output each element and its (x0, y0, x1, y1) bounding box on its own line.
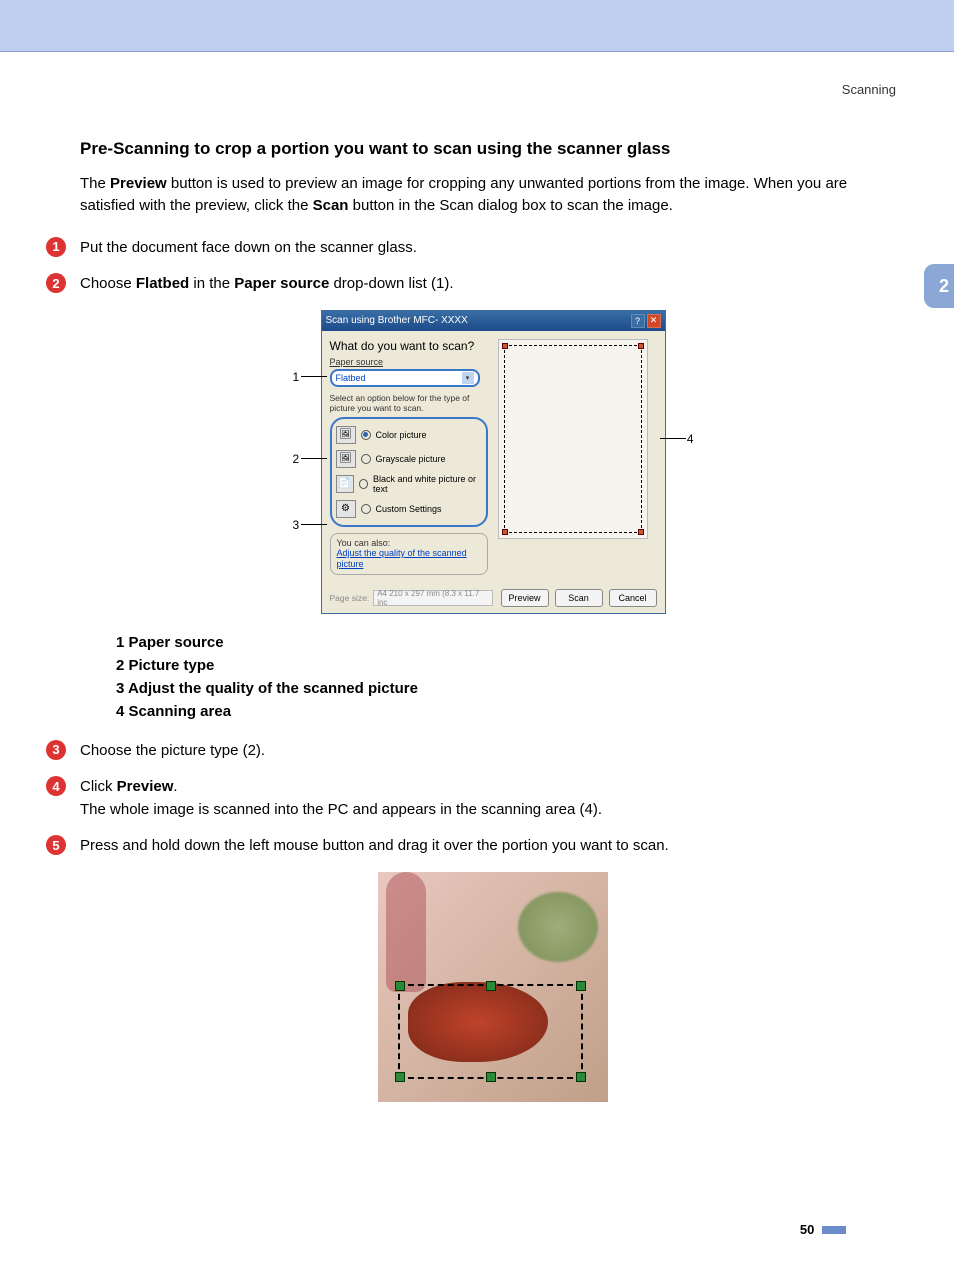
page-size-dropdown[interactable]: A4 210 x 297 mm (8.3 x 11.7 inc (373, 590, 493, 606)
option-grayscale[interactable]: 🖼 Grayscale picture (334, 447, 484, 471)
paper-source-value: Flatbed (336, 373, 366, 383)
help-icon[interactable]: ? (631, 314, 645, 328)
callout-1: 1 (293, 370, 300, 384)
step-5-text: Press and hold down the left mouse butto… (80, 835, 669, 858)
step-4: 4 Click Preview. The whole image is scan… (80, 776, 906, 821)
close-icon[interactable]: ✕ (647, 314, 661, 328)
step-4-text: Click Preview. The whole image is scanne… (80, 776, 602, 821)
dialog-question: What do you want to scan? (330, 339, 488, 353)
option-hint: Select an option below for the type of p… (330, 393, 488, 413)
callout-2: 2 (293, 452, 300, 466)
step-2: 2 Choose Flatbed in the Paper source dro… (80, 273, 906, 296)
scan-button[interactable]: Scan (555, 589, 603, 607)
scan-dialog-figure: 1 2 3 4 Scan using Brother MFC- XXXX ? ✕ (80, 310, 906, 614)
crop-handle-icon (576, 1072, 586, 1082)
custom-settings-icon: ⚙ (336, 500, 356, 518)
step-bullet-4: 4 (46, 776, 66, 796)
paper-source-label: Paper source (330, 357, 488, 367)
callout-4: 4 (687, 432, 694, 446)
bw-picture-icon: 📄 (336, 475, 354, 493)
step-bullet-3: 3 (46, 740, 66, 760)
step-3: 3 Choose the picture type (2). (80, 740, 906, 763)
legend-2: 2 Picture type (116, 657, 906, 674)
crop-handle-icon (395, 1072, 405, 1082)
section-heading: Pre-Scanning to crop a portion you want … (80, 139, 906, 159)
step-2-text: Choose Flatbed in the Paper source drop-… (80, 273, 454, 296)
picture-type-group: 🖼 Color picture 🖼 Grayscale picture 📄 (330, 417, 488, 527)
radio-selected-icon (361, 430, 371, 440)
dialog-title: Scan using Brother MFC- XXXX (326, 315, 468, 326)
step-bullet-1: 1 (46, 237, 66, 257)
chevron-down-icon: ▾ (462, 372, 474, 384)
page-size-label: Page size: (330, 593, 370, 603)
crop-selection-box (398, 984, 583, 1079)
step-5: 5 Press and hold down the left mouse but… (80, 835, 906, 858)
scanning-area[interactable] (498, 339, 648, 539)
crop-handle-icon (395, 981, 405, 991)
crop-handle-icon (486, 1072, 496, 1082)
radio-icon (361, 454, 371, 464)
option-color[interactable]: 🖼 Color picture (334, 423, 484, 447)
option-bw[interactable]: 📄 Black and white picture or text (334, 471, 484, 497)
step-3-text: Choose the picture type (2). (80, 740, 265, 763)
top-banner (0, 0, 954, 52)
intro-paragraph: The Preview button is used to preview an… (80, 173, 906, 217)
step-bullet-5: 5 (46, 835, 66, 855)
crop-example-figure (80, 872, 906, 1102)
callout-3: 3 (293, 518, 300, 532)
legend-4: 4 Scanning area (116, 703, 906, 720)
paper-source-dropdown[interactable]: Flatbed ▾ (330, 369, 480, 387)
adjust-quality-link[interactable]: Adjust the quality of the scanned pictur… (337, 548, 467, 569)
chapter-tab: 2 (924, 264, 954, 308)
step-1: 1 Put the document face down on the scan… (80, 237, 906, 260)
crop-handle-icon (486, 981, 496, 991)
step-bullet-2: 2 (46, 273, 66, 293)
also-box: You can also: Adjust the quality of the … (330, 533, 488, 575)
crop-handle-icon (576, 981, 586, 991)
legend-3: 3 Adjust the quality of the scanned pict… (116, 680, 906, 697)
dialog-titlebar: Scan using Brother MFC- XXXX ? ✕ (322, 311, 665, 331)
footer-accent-bar (822, 1226, 846, 1234)
scan-dialog-window: Scan using Brother MFC- XXXX ? ✕ What do… (321, 310, 666, 614)
header-section-label: Scanning (80, 82, 896, 97)
preview-button[interactable]: Preview (501, 589, 549, 607)
also-label: You can also: (337, 538, 481, 548)
radio-icon (359, 479, 368, 489)
legend-1: 1 Paper source (116, 634, 906, 651)
radio-icon (361, 504, 371, 514)
grayscale-picture-icon: 🖼 (336, 450, 356, 468)
option-custom[interactable]: ⚙ Custom Settings (334, 497, 484, 521)
color-picture-icon: 🖼 (336, 426, 356, 444)
step-1-text: Put the document face down on the scanne… (80, 237, 417, 260)
figure-legend: 1 Paper source 2 Picture type 3 Adjust t… (116, 634, 906, 720)
cancel-button[interactable]: Cancel (609, 589, 657, 607)
